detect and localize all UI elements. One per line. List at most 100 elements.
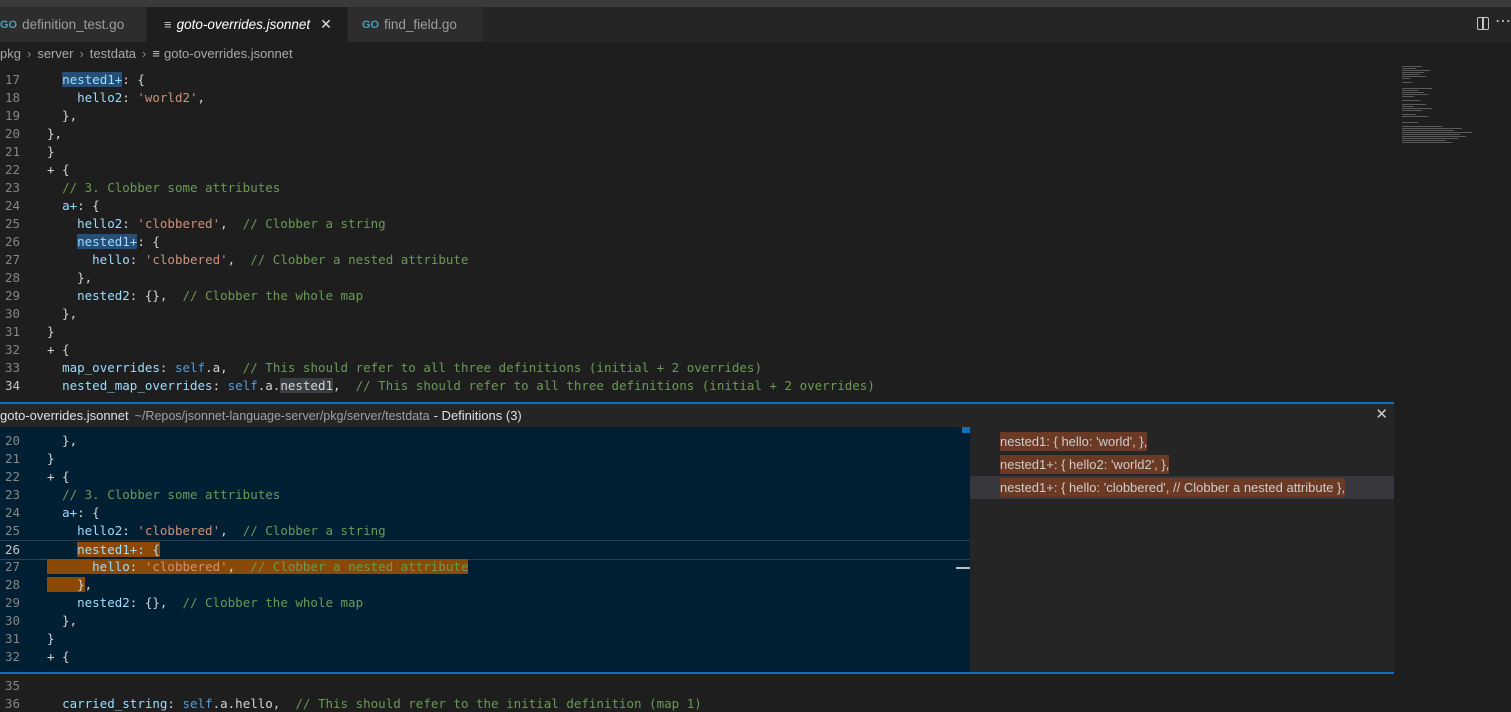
breadcrumb-item[interactable]: server — [37, 46, 73, 61]
code-text: }, — [47, 270, 93, 285]
code-line[interactable]: 25 hello2: 'clobbered', // Clobber a str… — [0, 522, 970, 540]
go-icon: GO — [0, 18, 18, 31]
minimap-line — [1402, 76, 1426, 77]
code-text: } — [47, 451, 55, 466]
code-text: + { — [47, 649, 70, 664]
tab-find-field[interactable]: GO find_field.go — [348, 7, 483, 42]
line-number: 34 — [4, 378, 20, 393]
code-line[interactable]: 24 a+: { — [0, 197, 1394, 215]
minimap-line — [1402, 90, 1418, 91]
code-text: hello: 'clobbered', // Clobber a nested … — [47, 558, 469, 576]
go-icon: GO — [362, 18, 380, 31]
line-number: 28 — [4, 577, 20, 592]
code-line[interactable]: 35 — [0, 677, 1394, 695]
chevron-right-icon: › — [142, 45, 147, 61]
peek-title: - Definitions (3) — [433, 408, 522, 423]
lines-icon: ≡ — [164, 17, 172, 32]
code-line[interactable]: 26 nested1+: { — [0, 233, 1394, 251]
code-line[interactable]: 33 map_overrides: self.a, // This should… — [0, 359, 1394, 377]
line-number: 29 — [4, 595, 20, 610]
line-number: 23 — [4, 487, 20, 502]
minimap-line — [1402, 94, 1428, 95]
code-line[interactable]: 26 nested1+: { — [0, 540, 970, 560]
code-line[interactable]: 18 hello2: 'world2', — [0, 89, 1394, 107]
peek-header: goto-overrides.jsonnet ~/Repos/jsonnet-l… — [0, 404, 1394, 427]
tab-definition-test[interactable]: GO definition_test.go — [0, 7, 146, 42]
code-line[interactable]: 21} — [0, 450, 970, 468]
code-text: carried_string: self.a.hello, // This sh… — [62, 696, 702, 711]
code-line[interactable]: 22 + { — [0, 161, 1394, 179]
code-text: a+: { — [62, 505, 100, 520]
peek-file-path: ~/Repos/jsonnet-language-server/pkg/serv… — [134, 408, 430, 423]
code-line[interactable]: 20 }, — [0, 432, 970, 450]
code-text: hello2: 'clobbered', // Clobber a string — [77, 216, 386, 231]
line-number: 32 — [4, 342, 20, 357]
minimap-line — [1402, 88, 1432, 89]
reference-item-selected[interactable]: nested1+: { hello: 'clobbered', // Clobb… — [970, 476, 1394, 499]
breadcrumb-item[interactable]: goto-overrides.jsonnet — [164, 46, 293, 61]
line-number: 28 — [4, 270, 20, 285]
code-line[interactable]: 21} — [0, 143, 1394, 161]
code-text: nested2: {}, // Clobber the whole map — [77, 595, 364, 610]
code-text: + { — [47, 342, 70, 357]
tab-goto-overrides[interactable]: ≡ goto-overrides.jsonnet ✕ — [147, 7, 347, 42]
code-text: a+: { — [62, 198, 100, 213]
code-line[interactable]: 30 }, — [0, 305, 1394, 323]
code-line[interactable]: 31} — [0, 323, 1394, 341]
code-line[interactable]: 23 // 3. Clobber some attributes — [0, 486, 970, 504]
close-icon[interactable]: ✕ — [1375, 405, 1388, 423]
code-text: nested1+: { — [77, 542, 160, 557]
code-line[interactable]: 19 }, — [0, 107, 1394, 125]
line-number: 18 — [4, 90, 20, 105]
code-line[interactable]: 31} — [0, 630, 970, 648]
code-text: }, — [47, 126, 63, 141]
code-line[interactable]: 34 nested_map_overrides: self.a.nested1,… — [0, 377, 1394, 395]
code-line[interactable]: 29 nested2: {}, // Clobber the whole map — [0, 287, 1394, 305]
code-line[interactable]: 28 }, — [0, 576, 970, 594]
code-line[interactable]: 30 }, — [0, 612, 970, 630]
peek-editor[interactable]: 20 }, 21} 22 + {23 // 3. Clobber some attri… — [0, 427, 970, 672]
line-number: 31 — [4, 324, 20, 339]
peek-file-name[interactable]: goto-overrides.jsonnet — [0, 408, 129, 423]
reference-text: nested1+: { hello: 'clobbered', // Clobb… — [1000, 478, 1346, 497]
code-line[interactable]: 25 hello2: 'clobbered', // Clobber a str… — [0, 215, 1394, 233]
minimap-line — [1402, 66, 1422, 67]
minimap[interactable] — [1396, 64, 1511, 402]
code-line[interactable]: 23 // 3. Clobber some attributes — [0, 179, 1394, 197]
code-line[interactable]: 20}, — [0, 125, 1394, 143]
code-text: nested1+: { — [62, 72, 145, 87]
chevron-right-icon: › — [79, 45, 84, 61]
code-text: } — [47, 631, 55, 646]
code-line[interactable]: 28 }, — [0, 269, 1394, 287]
breadcrumb-item[interactable]: pkg — [0, 46, 21, 61]
editor-top[interactable]: 17 nested1+: {18 hello2: 'world2', 19 }, 2… — [0, 64, 1394, 402]
code-line[interactable]: 24 a+: { — [0, 504, 970, 522]
split-editor-icon[interactable] — [1477, 17, 1489, 30]
code-text: }, — [47, 108, 78, 123]
breadcrumb-item[interactable]: testdata — [90, 46, 136, 61]
reference-item[interactable]: nested1: { hello: 'world', }, — [970, 430, 1394, 453]
line-number: 32 — [4, 649, 20, 664]
minimap-line — [1402, 114, 1416, 115]
line-number: 25 — [4, 523, 20, 538]
minimap-line — [1402, 126, 1442, 127]
minimap-line — [1402, 100, 1420, 101]
reference-item[interactable]: nested1+: { hello2: 'world2', }, — [970, 453, 1394, 476]
code-line[interactable]: 32 + { — [0, 648, 970, 666]
line-number: 19 — [4, 108, 20, 123]
breadcrumb: pkg › server › testdata › ≡ goto-overrides.j… — [0, 42, 1511, 64]
code-line[interactable]: 27 hello: 'clobbered', // Clobber a nest… — [0, 251, 1394, 269]
code-text: nested2: {}, // Clobber the whole map — [77, 288, 364, 303]
code-line[interactable]: 29 nested2: {}, // Clobber the whole map — [0, 594, 970, 612]
close-icon[interactable]: ✕ — [320, 16, 332, 33]
code-line[interactable]: 32 + { — [0, 341, 1394, 359]
minimap-line — [1402, 134, 1460, 135]
code-line[interactable]: 17 nested1+: { — [0, 71, 1394, 89]
editor-bottom[interactable]: 35 36 carried_string: self.a.hello, // Th… — [0, 676, 1394, 712]
code-line[interactable]: 27 hello: 'clobbered', // Clobber a nest… — [0, 558, 970, 576]
code-line[interactable]: 36 carried_string: self.a.hello, // This… — [0, 695, 1394, 712]
line-number: 29 — [4, 288, 20, 303]
code-line[interactable]: 22 + { — [0, 468, 970, 486]
line-number: 17 — [4, 72, 20, 87]
more-actions-icon[interactable]: ⋯ — [1495, 11, 1511, 31]
